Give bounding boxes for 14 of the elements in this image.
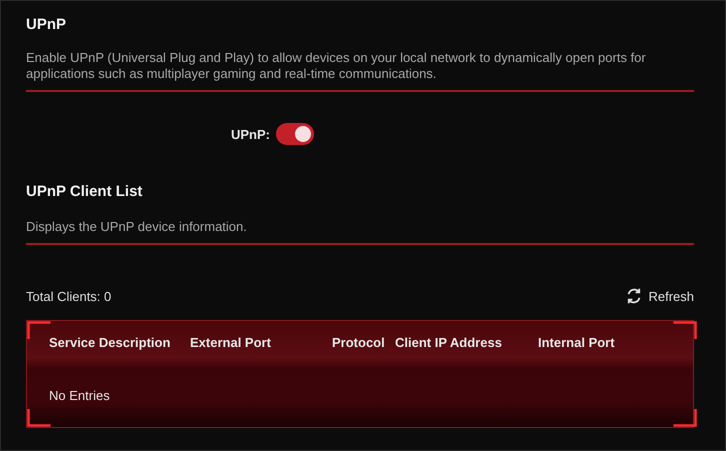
- column-header: Client IP Address: [395, 334, 503, 350]
- column-header: Internal Port: [538, 334, 616, 350]
- section-description: Displays the UPnP device information.: [26, 219, 694, 245]
- upnp-toggle[interactable]: [276, 123, 314, 145]
- toggle-label: UPnP:: [230, 126, 270, 142]
- section-title: UPnP Client List: [26, 182, 144, 202]
- section-title: UPnP: [26, 15, 68, 35]
- column-header: External Port: [190, 334, 272, 350]
- column-header: Protocol: [332, 334, 386, 350]
- total-clients-text: Total Clients: 0: [26, 288, 112, 304]
- column-header: Service Description: [49, 334, 172, 350]
- empty-message: No Entries: [48, 387, 111, 403]
- section-description: Enable UPnP (Universal Plug and Play) to allow devices on your local network to dynamically open ports for applications such as multiplayer gaming and real-time communications.: [26, 50, 694, 92]
- refresh-button[interactable]: Refresh: [625, 287, 694, 305]
